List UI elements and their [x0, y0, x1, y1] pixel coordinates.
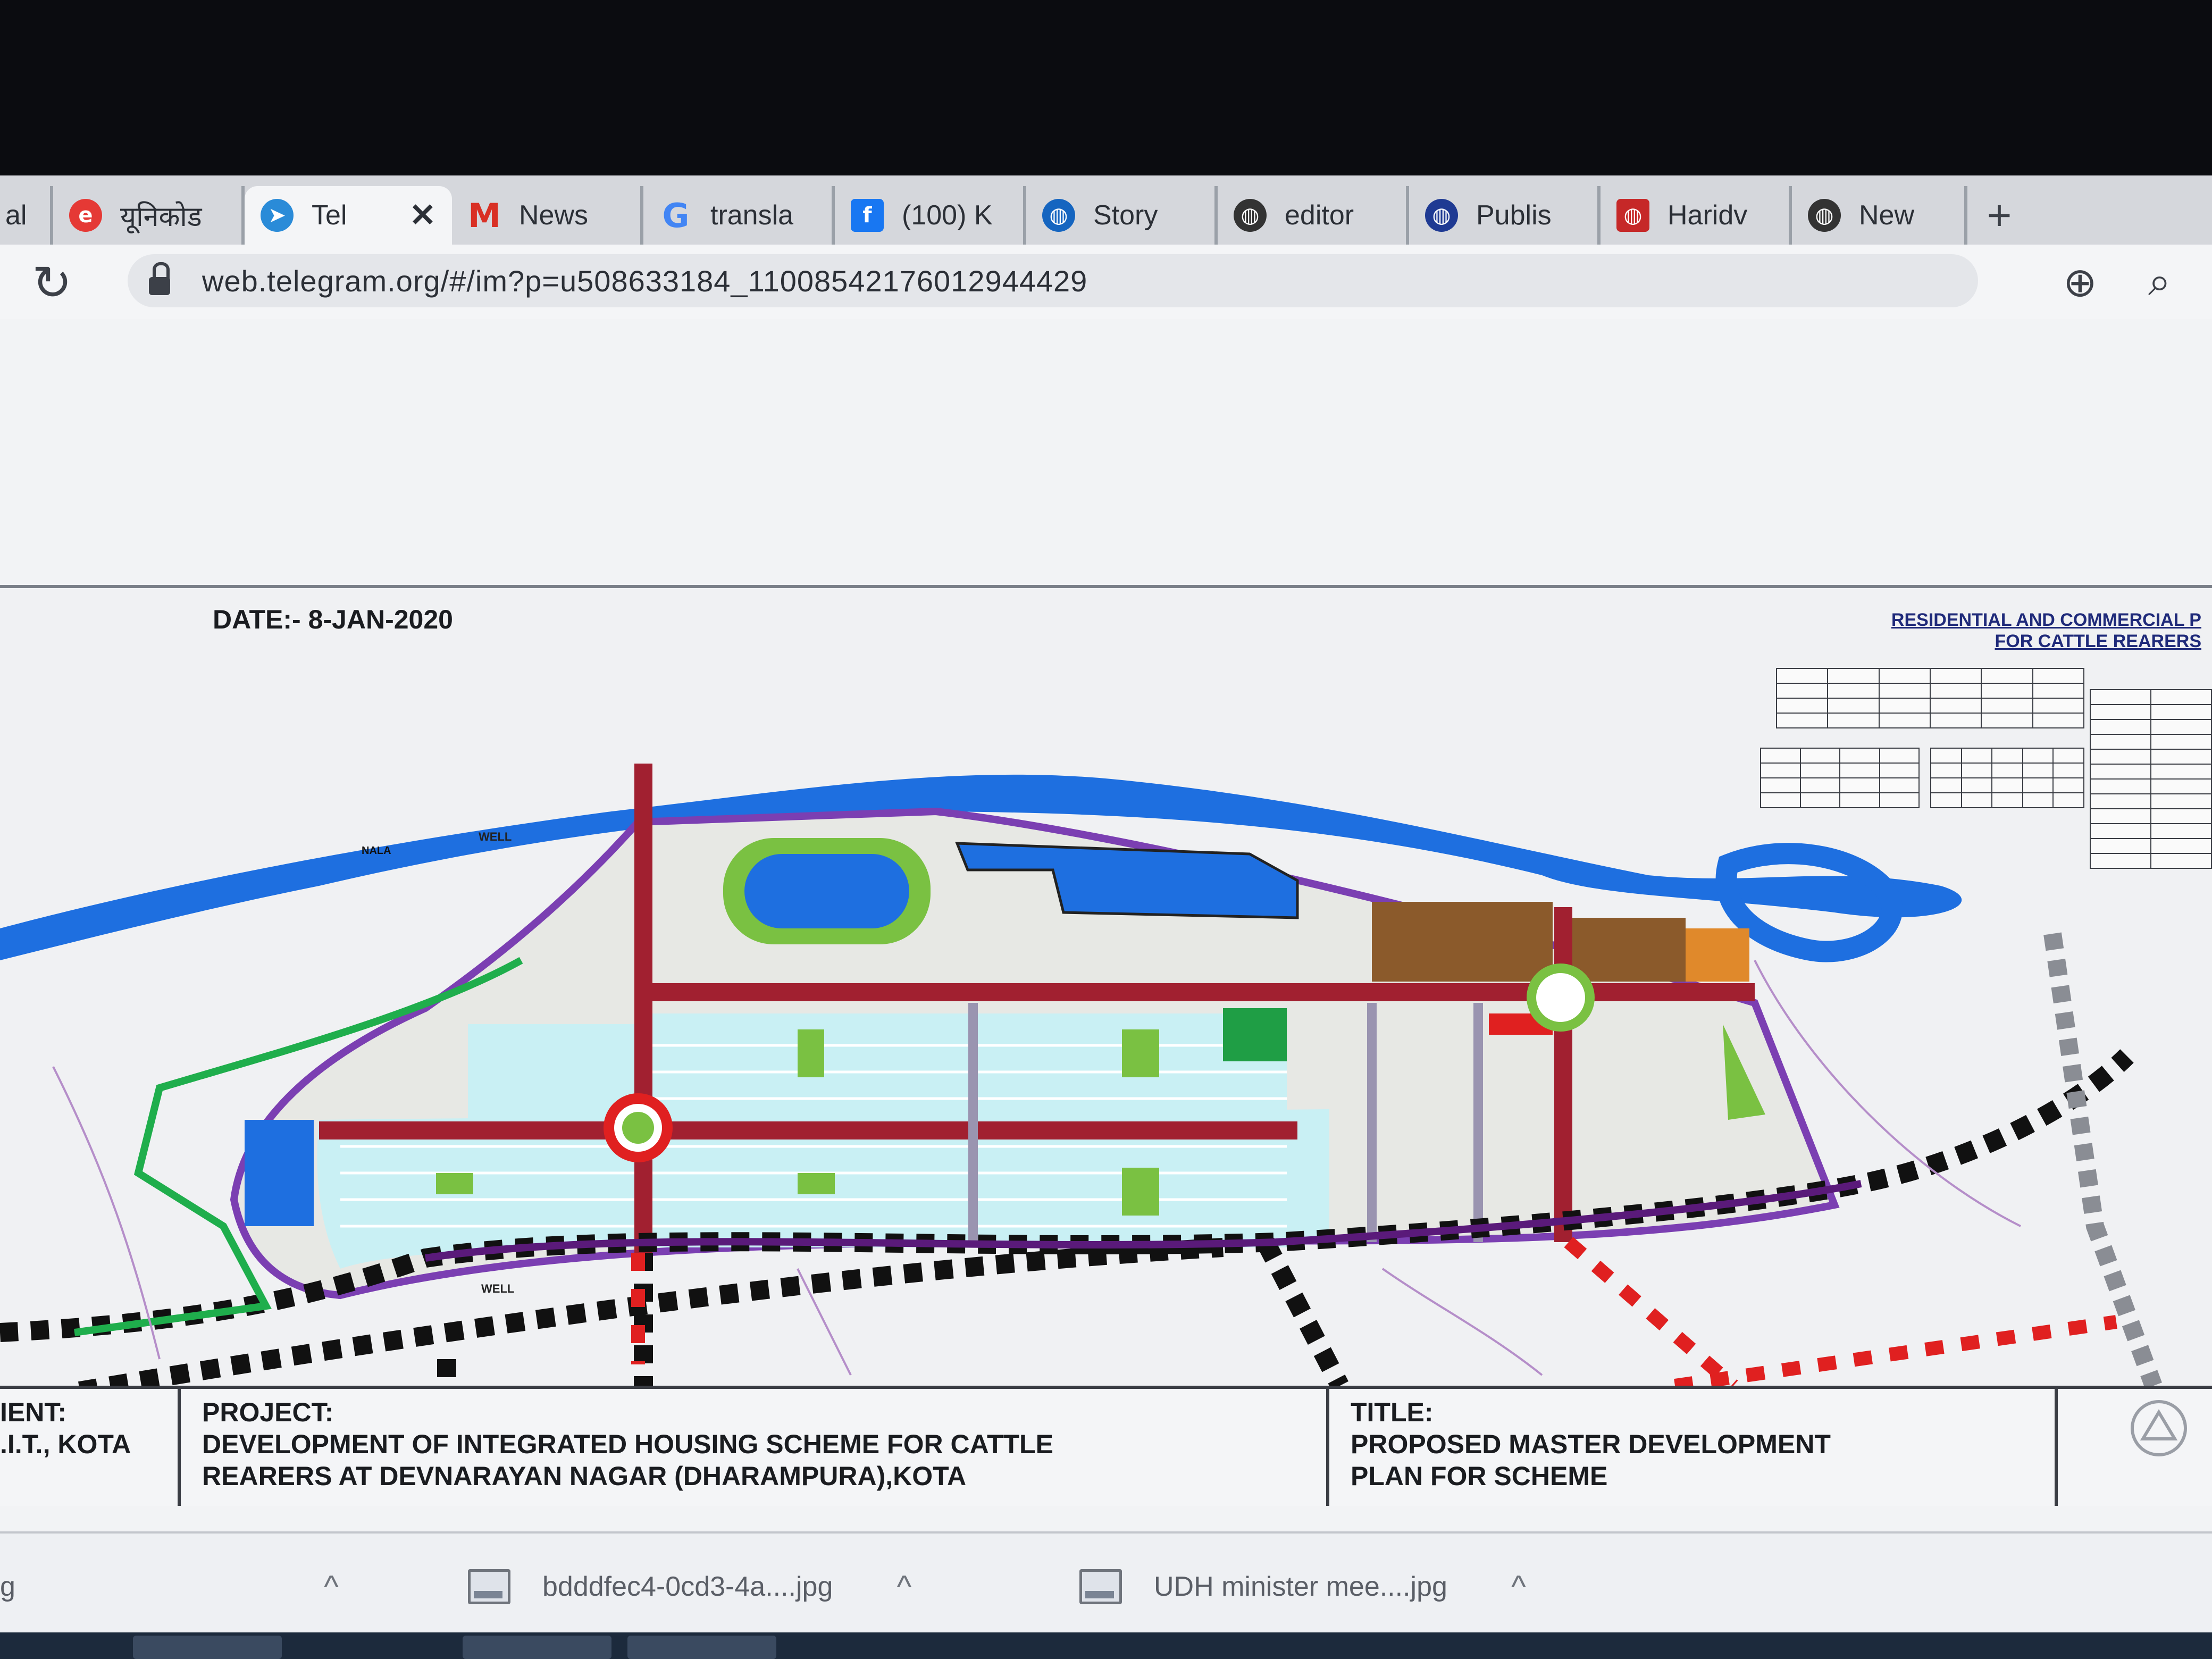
- blue-strip: [245, 1120, 314, 1226]
- green-open-space-2: [798, 1029, 824, 1077]
- site-icon: ◍: [1425, 199, 1458, 232]
- project-label: PROJECT:: [202, 1397, 334, 1427]
- orange-zone: [1686, 928, 1749, 982]
- site-icon: ◍: [1616, 199, 1649, 232]
- screen: al e यूनिकोड ➤ Tel ✕ M News G transla f …: [0, 175, 2212, 1659]
- browser-toolbar: ↻ web.telegram.org/#/im?p=u508633184_110…: [0, 245, 2212, 319]
- taskbar-app-button[interactable]: [627, 1636, 776, 1659]
- green-open-space-3: [1122, 1029, 1159, 1077]
- tab-label: Story: [1093, 200, 1158, 231]
- tab-label: यूनिकोड: [120, 201, 202, 232]
- gmail-icon: M: [468, 196, 501, 235]
- tab-10[interactable]: ◍ New: [1792, 186, 1967, 245]
- telegram-icon: ➤: [261, 199, 294, 232]
- lock-icon: [149, 262, 170, 295]
- site-icon: ◍: [1808, 199, 1841, 232]
- client-value: .I.T., KOTA: [0, 1429, 131, 1459]
- green-open-space-6: [798, 1173, 835, 1194]
- tab-label: al: [5, 200, 27, 231]
- globe-icon: ◍: [1042, 199, 1075, 232]
- reload-icon[interactable]: ↻: [32, 255, 72, 311]
- tab-telegram-active[interactable]: ➤ Tel ✕: [245, 186, 452, 245]
- title-label: TITLE:: [1351, 1397, 1434, 1427]
- chevron-up-icon[interactable]: ^: [324, 1569, 339, 1605]
- tab-1[interactable]: e यूनिकोड: [53, 186, 245, 245]
- green-open-space-1: [1223, 1008, 1287, 1061]
- tab-9[interactable]: ◍ Haridv: [1601, 186, 1792, 245]
- consultant-logo-icon: [2131, 1400, 2187, 1456]
- facebook-icon: f: [851, 199, 884, 232]
- tab-4[interactable]: G transla: [643, 186, 835, 245]
- page-content: DATE:- 8-JAN-2020 RESIDENTIAL AND COMMER…: [0, 319, 2212, 1531]
- zoom-icon[interactable]: ⌕: [2148, 258, 2171, 306]
- tab-label: transla: [710, 200, 794, 231]
- tab-6[interactable]: ◍ Story: [1026, 186, 1218, 245]
- client-cell: IENT: .I.T., KOTA: [0, 1389, 181, 1506]
- install-icon[interactable]: ⊕: [2063, 258, 2097, 306]
- download-filename: g: [0, 1571, 15, 1602]
- tab-0[interactable]: al: [0, 186, 53, 245]
- label-well-2: WELL: [481, 1282, 514, 1295]
- master-plan-image: DATE:- 8-JAN-2020 RESIDENTIAL AND COMMER…: [0, 585, 2212, 1506]
- pond-water: [744, 854, 909, 928]
- taskbar-app-button[interactable]: [463, 1636, 611, 1659]
- title-block: IENT: .I.T., KOTA PROJECT: DEVELOPMENT O…: [0, 1386, 2212, 1506]
- download-item-2[interactable]: UDH minister mee....jpg ^: [1079, 1555, 1526, 1619]
- site-icon: ◍: [1234, 199, 1267, 232]
- tab-label: Publis: [1476, 200, 1552, 231]
- taskbar-app-button[interactable]: [133, 1636, 282, 1659]
- address-bar[interactable]: web.telegram.org/#/im?p=u508633184_11008…: [128, 254, 1978, 307]
- tab-8[interactable]: ◍ Publis: [1409, 186, 1601, 245]
- tab-label: News: [519, 200, 589, 231]
- commercial-zone: [1372, 902, 1553, 982]
- tab-favicon-icon: e: [69, 199, 102, 232]
- download-item-1[interactable]: bdddfec4-0cd3-4a....jpg ^: [468, 1555, 912, 1619]
- roundabout-2: [1527, 963, 1595, 1032]
- tab-label: New: [1859, 200, 1915, 231]
- chevron-up-icon[interactable]: ^: [896, 1569, 911, 1605]
- image-file-icon: [468, 1569, 510, 1604]
- label-well-1: WELL: [479, 830, 512, 843]
- new-tab-button[interactable]: +: [1967, 186, 2031, 245]
- tab-7[interactable]: ◍ editor: [1218, 186, 1409, 245]
- project-line2: REARERS AT DEVNARAYAN NAGAR (DHARAMPURA)…: [202, 1461, 967, 1491]
- master-plan-map: WELL WELL NALA: [0, 764, 2162, 1386]
- title-line2: PLAN FOR SCHEME: [1351, 1461, 1608, 1491]
- consultant-stamp: [2058, 1389, 2212, 1506]
- download-filename: UDH minister mee....jpg: [1154, 1571, 1447, 1602]
- green-open-space-5: [436, 1173, 473, 1194]
- tab-label: editor: [1285, 200, 1354, 231]
- client-label: IENT:: [0, 1397, 66, 1427]
- close-tab-icon[interactable]: ✕: [409, 197, 436, 234]
- project-cell: PROJECT: DEVELOPMENT OF INTEGRATED HOUSI…: [181, 1389, 1329, 1506]
- tab-strip: al e यूनिकोड ➤ Tel ✕ M News G transla f …: [0, 175, 2212, 245]
- tab-5[interactable]: f (100) K: [835, 186, 1026, 245]
- tab-label: (100) K: [902, 200, 993, 231]
- title-line1: PROPOSED MASTER DEVELOPMENT: [1351, 1429, 1831, 1459]
- os-taskbar: [0, 1632, 2212, 1659]
- label-nala: NALA: [362, 845, 391, 857]
- url-text[interactable]: web.telegram.org/#/im?p=u508633184_11008…: [202, 264, 1087, 298]
- tab-label: Tel: [312, 200, 347, 231]
- download-filename: bdddfec4-0cd3-4a....jpg: [542, 1571, 833, 1602]
- image-file-icon: [1079, 1569, 1122, 1604]
- proposed-road-red: [631, 1237, 2117, 1386]
- tab-3[interactable]: M News: [452, 186, 643, 245]
- title-cell: TITLE: PROPOSED MASTER DEVELOPMENT PLAN …: [1329, 1389, 2058, 1506]
- download-item-0[interactable]: g ^: [0, 1555, 339, 1619]
- green-open-space-4: [1122, 1168, 1159, 1216]
- gray-dashed-road: [2043, 932, 2162, 1386]
- project-line1: DEVELOPMENT OF INTEGRATED HOUSING SCHEME…: [202, 1429, 1053, 1459]
- tab-label: Haridv: [1668, 200, 1748, 231]
- chevron-up-icon[interactable]: ^: [1511, 1569, 1526, 1605]
- google-icon: G: [662, 196, 690, 235]
- roundabout-1-core: [622, 1112, 654, 1144]
